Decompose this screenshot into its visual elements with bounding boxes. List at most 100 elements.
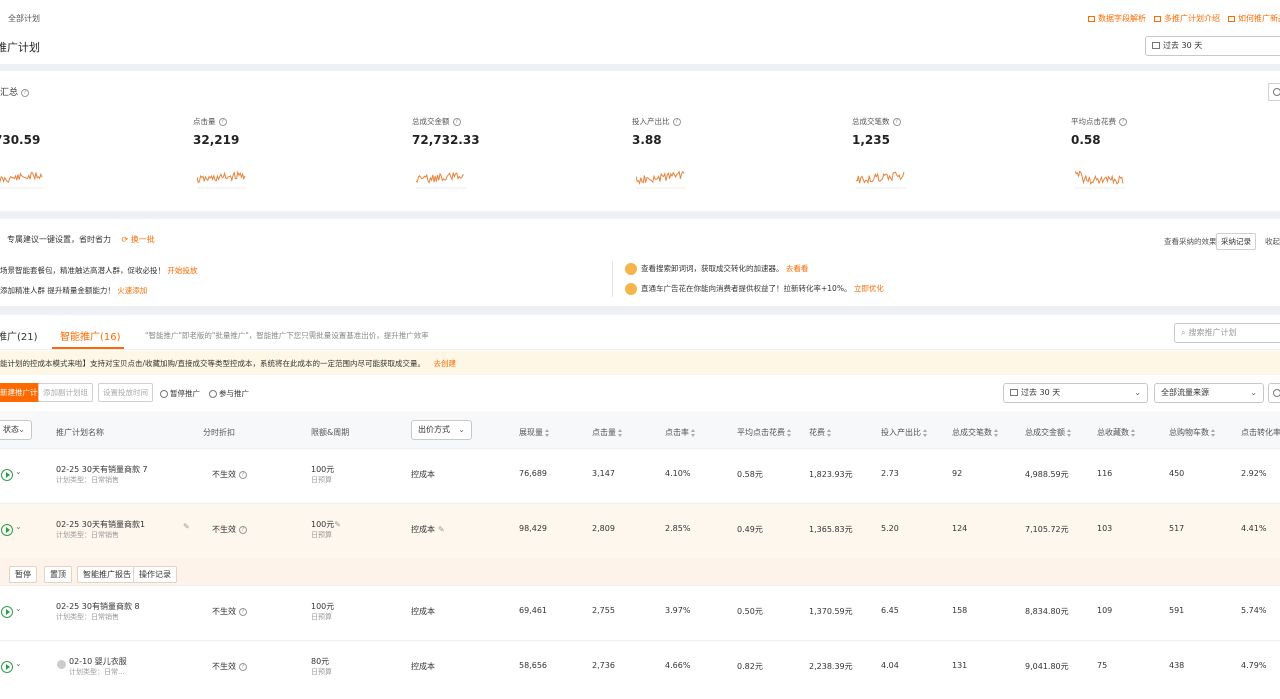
table-row[interactable]: ⌄ 02-25 30天有销量商款1 计划类型：日常销售 ✎ 不生效? 100元✎ 日预算 控成… [0,503,1280,559]
new-product-link[interactable]: 如何推广新品 [1228,13,1280,24]
sort-icon[interactable] [923,428,928,437]
cell-ctr: 2.85% [665,524,691,533]
sort-icon[interactable] [1067,428,1072,437]
metric-sparkline [197,170,247,189]
help-icon[interactable]: ? [218,118,227,126]
chat-bubble-icon [625,263,637,275]
table-date-picker[interactable]: 过去 30 天 ⌄ [1003,383,1148,403]
edit-icon[interactable]: ✎ [183,522,190,531]
header-date-picker[interactable]: 过去 30 天 [1145,36,1280,56]
bid-mode-filter[interactable]: 出价方式 ⌄ [411,420,472,440]
page-header: 全部计划 推广计划 数据字段解析 多推广计划介绍 如何推广新品 过去 30 天 [0,0,1280,64]
plan-name-link[interactable]: 02-10 婴儿衣服 [69,656,127,667]
cell-imp: 69,461 [519,606,547,615]
pause-icon [160,390,168,398]
col-header-cvr[interactable]: 点击转化率 [1241,427,1280,438]
tab-standard[interactable]: 推广(21) [0,328,38,343]
edit-icon[interactable]: ✎ [438,525,445,534]
field-doc-link[interactable]: 数据字段解析 [1088,13,1146,24]
plan-name-link[interactable]: 02-25 30天有销量商款1 [56,519,145,530]
help-icon[interactable]: ? [672,118,681,126]
table-row[interactable]: ⌄ 02-25 30天有销量商款 7 计划类型：日常销售 不生效? 100元 日预算 控成本… [0,448,1280,503]
status-filter[interactable]: 状态 ⌄ [0,420,32,440]
col-header-impressions[interactable]: 展现量 [519,427,550,438]
sort-icon[interactable] [994,428,999,437]
sort-icon[interactable] [691,428,696,437]
budget-value: 100元 [311,465,335,474]
op-report-button[interactable]: 智能推广报告 [77,566,137,583]
play-status-icon[interactable] [1,524,13,536]
col-header-gmv[interactable]: 总成交金额 [1025,427,1072,438]
advice-item-1: 场景智能套餐包，精准触达高潜人群，促收必投！ 开始投放 [0,266,198,275]
cell-cart: 517 [1169,524,1185,533]
play-status-icon[interactable] [1,606,13,618]
cell-orders: 158 [952,606,968,615]
advice-item-3: 查看搜索卸词词，获取成交转化的加速器。 去看看 [625,263,808,275]
sort-icon[interactable] [827,428,832,437]
chevron-down-icon[interactable]: ⌄ [15,467,22,476]
col-header-roi[interactable]: 投入产出比 [881,427,928,438]
refresh-link[interactable]: ⟳ 换一批 [122,235,155,244]
advice-action-1[interactable]: 开始投放 [167,266,197,275]
help-icon[interactable]: ? [892,118,901,126]
summary-panel: 汇总? 730.59 点击量? 32,219 总成交金额? 72,732.33 投入产出比… [0,71,1280,211]
chevron-down-icon[interactable]: ⌄ [15,604,22,613]
tab-smart[interactable]: 智能推广(16) [60,328,121,343]
col-header-orders[interactable]: 总成交笔数 [952,427,999,438]
op-pause-button[interactable]: 暂停 [9,566,37,583]
cell-cost: 1,370.59元 [809,607,853,616]
col-header-ctr[interactable]: 点击率 [665,427,696,438]
advice-action-2[interactable]: 火速添加 [117,286,147,295]
join-action[interactable]: 参与推广 [209,388,249,399]
plan-name-link[interactable]: 02-25 30有销量商款 8 [56,601,140,612]
col-header-favorites[interactable]: 总收藏数 [1097,427,1136,438]
chevron-down-icon[interactable]: ⌄ [15,522,22,531]
cell-gmv: 9,041.80元 [1025,662,1069,671]
sort-icon[interactable] [787,428,792,437]
set-time-button[interactable]: 设置投放时间 [98,383,153,402]
col-header-clicks[interactable]: 点击量 [592,427,623,438]
bid-mode-value: 控成本 [411,662,435,671]
chevron-down-icon[interactable]: ⌄ [15,659,22,668]
advice-item-2: 添加精准人群 提升精量金额能力！ 火速添加 [0,286,148,295]
help-icon[interactable]: ? [239,525,247,534]
advice-action-4[interactable]: 立即优化 [854,284,884,293]
sort-icon[interactable] [1211,428,1216,437]
sort-icon[interactable] [1131,428,1136,437]
help-icon[interactable]: ? [1119,118,1127,126]
play-status-icon[interactable] [1,469,13,481]
notice-create-link[interactable]: 去创建 [433,359,456,368]
advice-action-3[interactable]: 去看看 [786,264,809,273]
col-header-cpc[interactable]: 平均点击花费 [737,427,792,438]
cell-cvr: 5.74% [1241,606,1267,615]
history-button[interactable]: 采纳记录 [1216,233,1256,250]
table-row[interactable]: ⌄ 02-25 30有销量商款 8 计划类型：日常销售 不生效? 100元 日预算 控成本 6… [0,585,1280,640]
metric-cpc: 平均点击花费? 0.58 [1071,116,1271,196]
help-icon[interactable]: ? [452,118,461,126]
help-icon[interactable]: ? [239,662,247,671]
help-icon[interactable]: ? [21,88,30,97]
calendar-icon [1010,389,1018,396]
op-log-button[interactable]: 操作记录 [133,566,177,583]
play-status-icon[interactable] [1,661,13,673]
plan-search-input[interactable]: ⌕ 搜索推广计划 [1174,323,1280,343]
summary-settings-button[interactable] [1268,83,1280,101]
cell-cvr: 4.79% [1241,661,1267,670]
multi-plan-link[interactable]: 多推广计划介绍 [1154,13,1220,24]
traffic-source-select[interactable]: 全部流量来源 ⌄ [1154,383,1264,403]
help-icon[interactable]: ? [239,607,247,616]
add-plan-group-button[interactable]: 添加副计划组 [38,383,93,402]
pause-action[interactable]: 暂停推广 [160,388,200,399]
help-icon[interactable]: ? [239,470,247,479]
col-header-carts[interactable]: 总购物车数 [1169,427,1216,438]
edit-icon[interactable]: ✎ [334,520,341,529]
sort-icon[interactable] [545,428,550,437]
plan-name-link[interactable]: 02-25 30天有销量商款 7 [56,464,148,475]
column-settings-button[interactable] [1268,383,1280,403]
collapse-link[interactable]: 收起 [1265,236,1280,247]
sort-icon[interactable] [618,428,623,437]
col-header-cost[interactable]: 花费 [809,427,832,438]
breadcrumb[interactable]: 全部计划 [8,13,40,24]
table-row[interactable]: ⌄ 02-10 婴儿衣服 计划类型：日常... 不生效? 80元 日预算 控成本 58,656… [0,640,1280,699]
op-pin-button[interactable]: 置顶 [44,566,72,583]
